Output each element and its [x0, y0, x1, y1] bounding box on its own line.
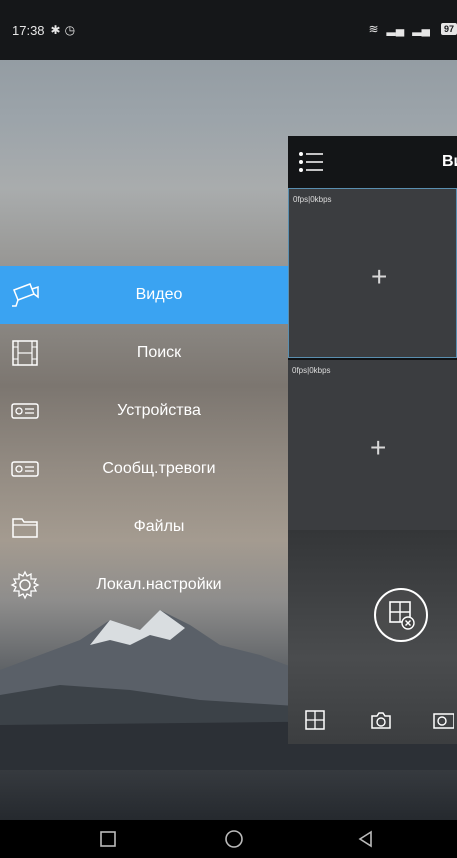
- folder-icon: [12, 518, 38, 538]
- menu-item-label: Устройства: [117, 402, 201, 419]
- back-icon[interactable]: [355, 828, 377, 850]
- square-icon[interactable]: [97, 828, 119, 850]
- stream-stats: 0fps|0kbps: [292, 366, 331, 375]
- stream-stats: 0fps|0kbps: [293, 195, 332, 204]
- menu-item-search[interactable]: Поиск: [0, 324, 288, 382]
- signal-icon: ▂▄: [386, 22, 405, 36]
- system-nav-bar: [0, 820, 457, 858]
- menu-item-label: Поиск: [136, 344, 182, 361]
- alarm-icon: ◷: [64, 23, 76, 37]
- device-icon: [11, 403, 39, 419]
- menu-item-alarms[interactable]: Сообщ.тревоги: [0, 440, 288, 498]
- video-cell[interactable]: 0fps|0kbps +: [288, 188, 457, 358]
- film-icon: [12, 340, 38, 366]
- battery-indicator: 97: [440, 23, 457, 35]
- add-channel-icon[interactable]: +: [370, 434, 386, 462]
- page-title: Ви: [442, 153, 457, 170]
- menu-item-label: Видео: [135, 286, 183, 303]
- wifi-icon: ≋: [368, 22, 379, 36]
- menu-item-label: Локал.настройки: [96, 576, 222, 593]
- signal-icon: ▂▄: [412, 22, 430, 36]
- video-cell[interactable]: 0fps|0kbps +: [288, 360, 457, 530]
- menu-item-video[interactable]: Видео: [0, 266, 288, 324]
- side-menu: Видео Поиск Устройства Сообщ.тревоги Фай…: [0, 266, 288, 614]
- record-icon[interactable]: [432, 709, 454, 731]
- status-bar: 17:38 ✱ ◷ ≋ ▂▄ ▂▄ 97: [0, 0, 457, 60]
- bluetooth-icon: ✱: [50, 23, 61, 37]
- panel-header: Ви: [288, 136, 457, 188]
- menu-item-devices[interactable]: Устройства: [0, 382, 288, 440]
- menu-item-local-settings[interactable]: Локал.настройки: [0, 556, 288, 614]
- circle-icon[interactable]: [223, 828, 245, 850]
- add-channel-icon[interactable]: +: [371, 263, 387, 291]
- menu-item-label: Файлы: [133, 518, 185, 535]
- camera-icon: [12, 283, 39, 307]
- grid-icon[interactable]: [304, 709, 326, 731]
- live-view-panel[interactable]: Ви 0fps|0kbps + 0fps|0kbps +: [288, 136, 457, 744]
- close-all-channels-button[interactable]: [374, 588, 428, 642]
- camera-icon[interactable]: [370, 709, 392, 731]
- menu-item-label: Сообщ.тревоги: [102, 460, 216, 477]
- gear-icon: [10, 570, 40, 600]
- device-icon: [11, 461, 39, 477]
- menu-item-files[interactable]: Файлы: [0, 498, 288, 556]
- status-time: 17:38: [12, 22, 45, 38]
- menu-icon[interactable]: [298, 150, 324, 174]
